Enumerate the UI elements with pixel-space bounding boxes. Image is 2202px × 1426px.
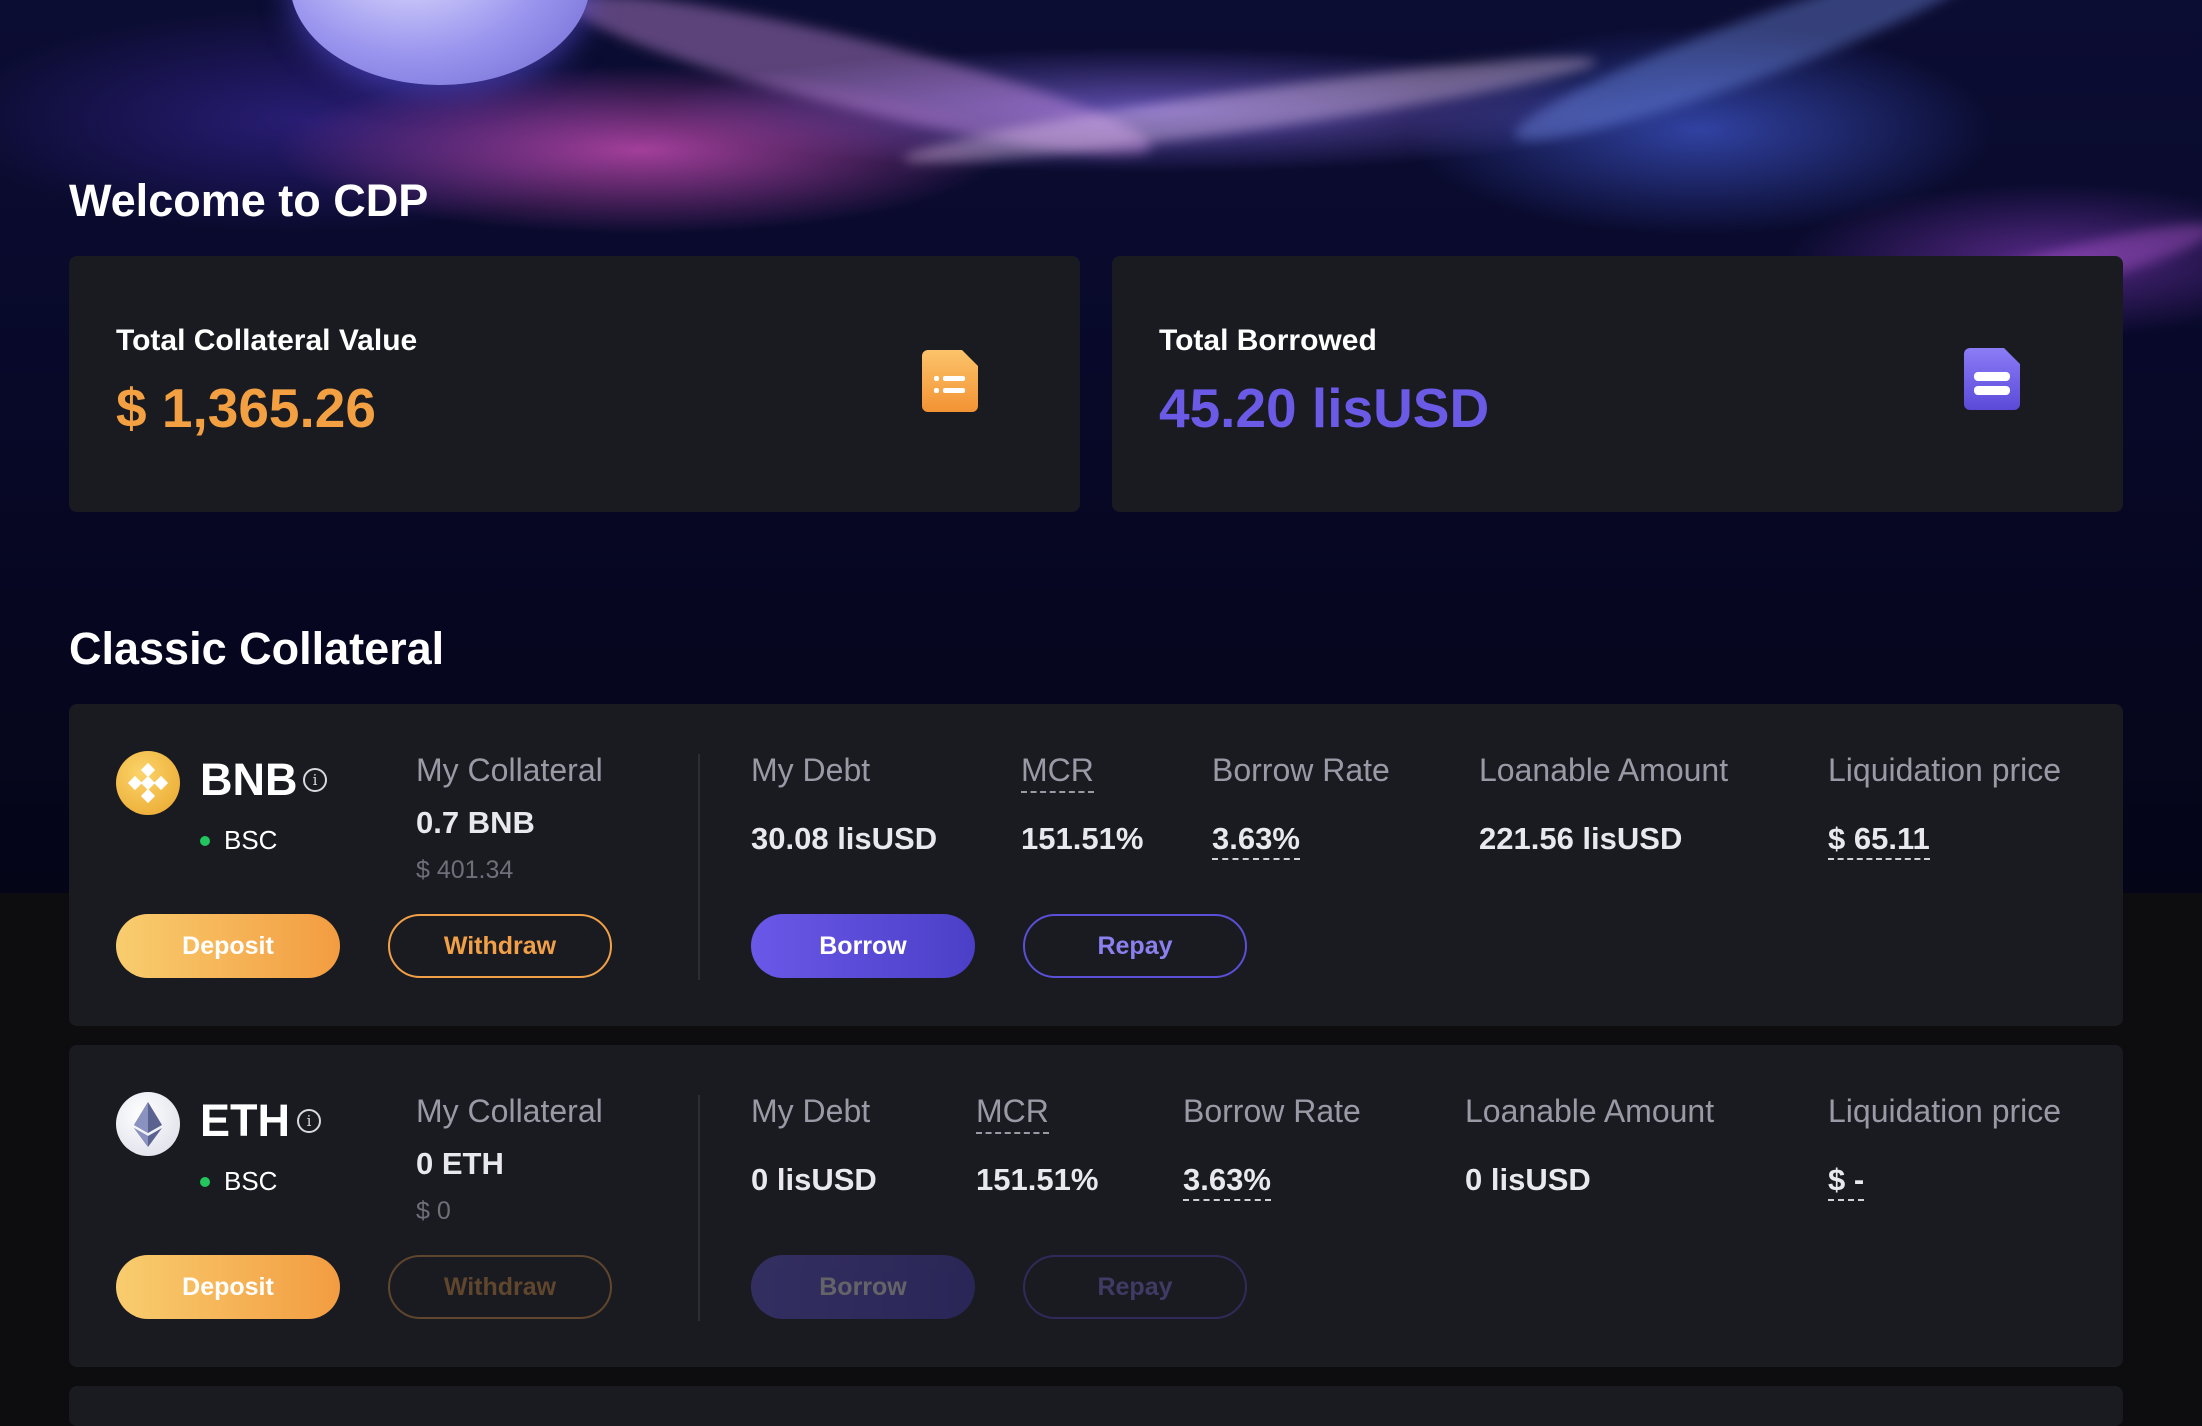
my-collateral-label: My Collateral [416, 752, 603, 788]
my-debt-label: My Debt [751, 1093, 871, 1129]
collateral-row-eth: ETH i BSC My Collateral 0 ETH $ 0 My Deb… [69, 1045, 2123, 1367]
borrow-button[interactable]: Borrow [751, 1255, 975, 1319]
info-icon[interactable]: i [297, 1109, 321, 1133]
asset-name: ETH [200, 1095, 290, 1146]
collateral-row-next [69, 1386, 2123, 1426]
liquidation-price-label: Liquidation price [1828, 752, 2062, 788]
borrow-rate-label: Borrow Rate [1212, 752, 1390, 788]
mcr-label[interactable]: MCR [976, 1093, 1049, 1134]
purple-document-icon [1958, 344, 2026, 412]
total-collateral-label: Total Collateral Value [116, 324, 418, 357]
liquidation-price-label: Liquidation price [1828, 1093, 2062, 1129]
eth-logo [116, 1092, 180, 1156]
loanable-amount-label: Loanable Amount [1479, 752, 1729, 788]
orange-document-icon [916, 346, 984, 414]
total-borrowed-label: Total Borrowed [1159, 324, 1377, 357]
my-collateral-usd: $ 401.34 [416, 856, 514, 884]
withdraw-button[interactable]: Withdraw [388, 1255, 612, 1319]
total-borrowed-card: Total Borrowed 45.20 lisUSD [1112, 256, 2123, 512]
mcr-label[interactable]: MCR [1021, 752, 1094, 793]
page-title: Welcome to CDP [69, 175, 429, 226]
my-collateral-value: 0 ETH [416, 1146, 504, 1181]
borrow-button[interactable]: Borrow [751, 914, 975, 978]
chain-label: BSC [224, 825, 278, 855]
withdraw-button[interactable]: Withdraw [388, 914, 612, 978]
borrow-rate-label: Borrow Rate [1183, 1093, 1361, 1129]
borrow-rate-value[interactable]: 3.63% [1212, 821, 1300, 860]
deposit-button[interactable]: Deposit [116, 914, 340, 978]
repay-button[interactable]: Repay [1023, 914, 1247, 978]
my-collateral-value: 0.7 BNB [416, 805, 535, 840]
loanable-amount-label: Loanable Amount [1465, 1093, 1715, 1129]
chain-label: BSC [224, 1166, 278, 1196]
mcr-value: 151.51% [1021, 821, 1144, 856]
my-debt-label: My Debt [751, 752, 871, 788]
column-divider [698, 1095, 700, 1321]
column-divider [698, 754, 700, 980]
loanable-amount-value: 0 lisUSD [1465, 1162, 1591, 1197]
my-debt-value: 0 lisUSD [751, 1162, 877, 1197]
section-title: Classic Collateral [69, 623, 445, 674]
liquidation-price-value[interactable]: $ - [1828, 1162, 1865, 1201]
my-collateral-label: My Collateral [416, 1093, 603, 1129]
repay-button[interactable]: Repay [1023, 1255, 1247, 1319]
coin-graphic [290, 0, 590, 85]
total-collateral-value: $ 1,365.26 [116, 377, 376, 439]
asset-name: BNB [200, 754, 298, 805]
chain-status-dot [200, 836, 210, 846]
total-borrowed-value: 45.20 lisUSD [1159, 377, 1490, 439]
deposit-button[interactable]: Deposit [116, 1255, 340, 1319]
borrow-rate-value[interactable]: 3.63% [1183, 1162, 1271, 1201]
my-collateral-usd: $ 0 [416, 1197, 451, 1225]
collateral-row-bnb: BNB i BSC My Collateral 0.7 BNB $ 401.34… [69, 704, 2123, 1026]
my-debt-value: 30.08 lisUSD [751, 821, 938, 856]
total-collateral-card: Total Collateral Value $ 1,365.26 [69, 256, 1080, 512]
loanable-amount-value: 221.56 lisUSD [1479, 821, 1683, 856]
chain-status-dot [200, 1177, 210, 1187]
mcr-value: 151.51% [976, 1162, 1099, 1197]
info-icon[interactable]: i [303, 768, 327, 792]
bnb-logo [116, 751, 180, 815]
liquidation-price-value[interactable]: $ 65.11 [1828, 821, 1930, 860]
